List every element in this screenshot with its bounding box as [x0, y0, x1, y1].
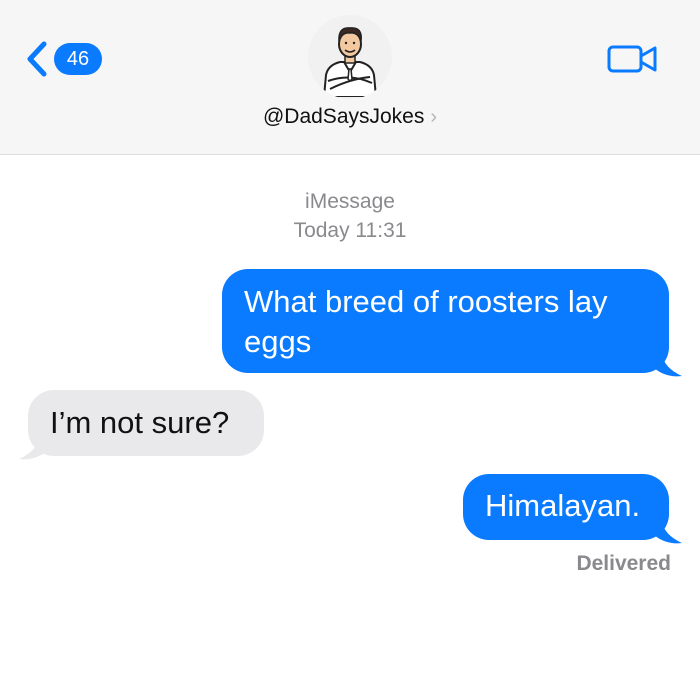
avatar[interactable]: [308, 15, 392, 99]
message-bubble-outgoing[interactable]: What breed of roosters lay eggs: [222, 269, 669, 373]
message-bubble-outgoing[interactable]: Himalayan.: [463, 474, 669, 540]
message-bubble-incoming[interactable]: I’m not sure?: [28, 390, 264, 456]
back-button[interactable]: 46: [24, 40, 102, 78]
man-cartoon-icon: [322, 27, 378, 97]
contact-name-button[interactable]: @DadSaysJokes ›: [0, 105, 700, 129]
delivery-status: Delivered: [576, 552, 671, 575]
chevron-right-icon: ›: [430, 106, 438, 128]
unread-count-badge: 46: [54, 43, 102, 75]
service-label: iMessage: [305, 190, 395, 213]
chevron-left-icon: [27, 41, 47, 77]
messages-app: 46 @DadSaysJokes › iMessage Today 11:31 …: [0, 0, 700, 700]
contact-name: @DadSaysJokes: [262, 105, 425, 128]
timestamp: Today 11:31: [293, 219, 407, 242]
video-camera-icon[interactable]: [607, 43, 659, 75]
conversation-header: 46 @DadSaysJokes ›: [0, 0, 700, 155]
